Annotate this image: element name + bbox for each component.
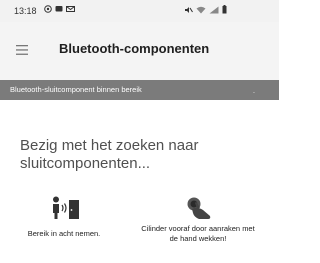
person-door-range-icon xyxy=(53,196,79,219)
hint-range: Bereik in acht nemen. xyxy=(6,196,122,239)
app-bar: Bluetooth-componenten xyxy=(0,22,279,80)
hand-touch-cylinder-icon xyxy=(187,197,211,219)
wifi-icon xyxy=(196,6,206,13)
banner-text: Bluetooth-sluitcomponent binnen bereik xyxy=(10,85,142,94)
mail-icon xyxy=(66,6,75,12)
status-time: 13:18 xyxy=(14,6,37,16)
message-icon xyxy=(55,6,63,12)
camera-icon xyxy=(44,5,52,13)
hint-cylinder: Cilinder vooraf door aanraken met de han… xyxy=(140,196,256,243)
mute-icon xyxy=(185,6,193,13)
status-bar: 13:18 xyxy=(0,0,279,22)
hint-cylinder-label: Cilinder vooraf door aanraken met de han… xyxy=(141,224,255,243)
status-banner: Bluetooth-sluitcomponent binnen bereik . xyxy=(0,80,279,100)
status-right-icons xyxy=(184,5,227,14)
signal-icon xyxy=(209,6,219,13)
hamburger-menu-icon[interactable] xyxy=(16,45,28,55)
search-status-heading: Bezig met het zoeken naar sluitcomponent… xyxy=(20,137,199,172)
page-title: Bluetooth-componenten xyxy=(59,41,210,56)
battery-icon xyxy=(222,5,227,14)
banner-dot: . xyxy=(253,88,255,95)
status-left-icons xyxy=(44,5,75,13)
hint-range-label: Bereik in acht nemen. xyxy=(27,229,101,238)
